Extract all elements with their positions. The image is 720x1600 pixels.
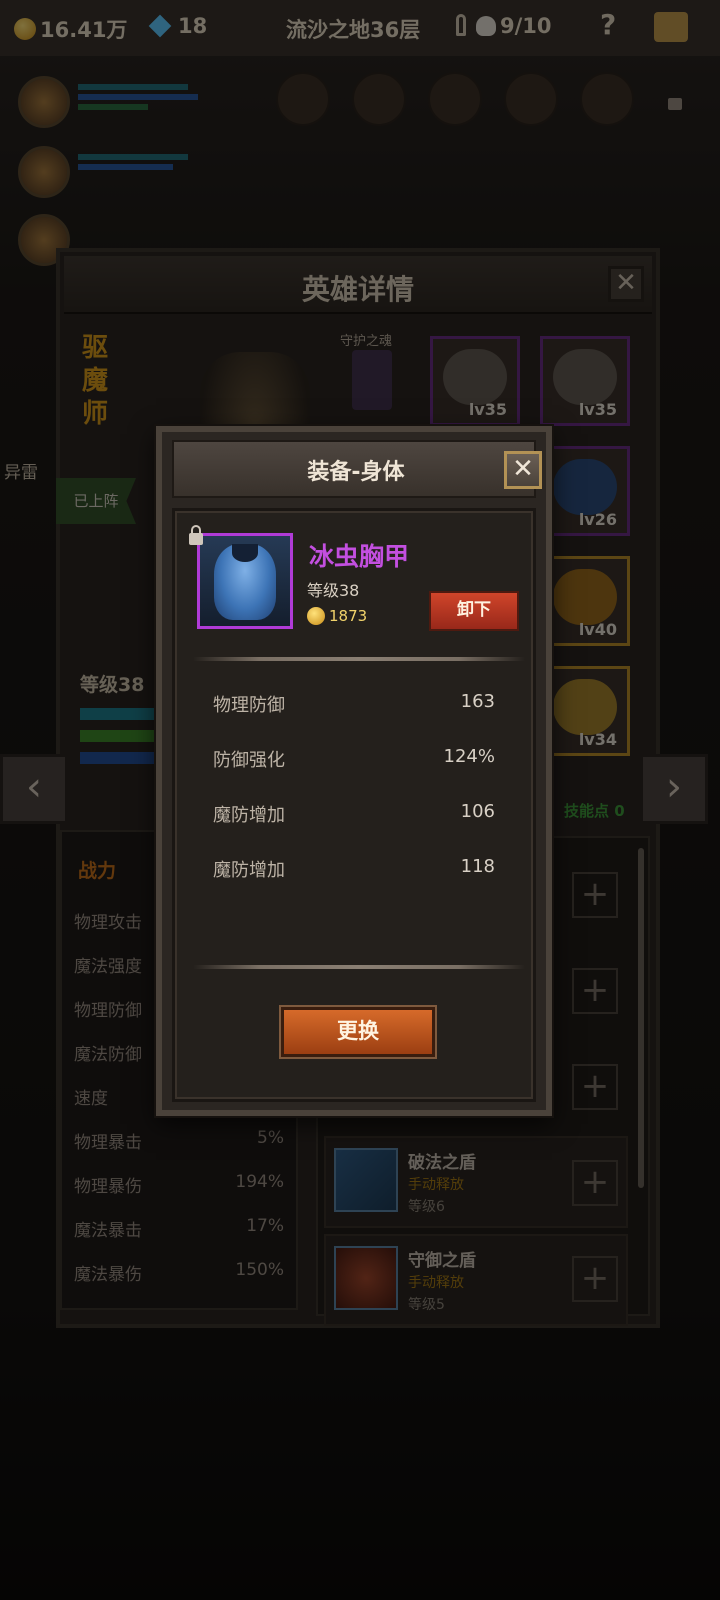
item-level: 等级38 bbox=[307, 581, 360, 600]
attribute-row: 防御强化 124% bbox=[213, 746, 495, 771]
item-name: 冰虫胸甲 bbox=[309, 542, 410, 571]
modal-close-button[interactable]: ✕ bbox=[504, 451, 542, 489]
chest-armor-icon[interactable] bbox=[197, 533, 293, 629]
modal-body: 冰虫胸甲 等级38 1873 卸下 物理防御 163 防御强化 124% 魔防增加 1… bbox=[172, 508, 536, 1102]
equipment-detail-modal: 装备-身体 ✕ 冰虫胸甲 等级38 1873 卸下 物理防御 163 防御强化 12… bbox=[156, 426, 552, 1116]
divider bbox=[193, 657, 525, 661]
modal-header: 装备-身体 ✕ bbox=[172, 440, 542, 498]
divider bbox=[193, 965, 525, 969]
lock-icon[interactable] bbox=[189, 525, 203, 545]
modal-title: 装备-身体 bbox=[307, 460, 405, 485]
attribute-row: 魔防增加 106 bbox=[213, 801, 495, 826]
swap-equipment-button[interactable]: 更换 bbox=[281, 1007, 435, 1057]
unequip-button[interactable]: 卸下 bbox=[429, 591, 519, 631]
attribute-row: 魔防增加 118 bbox=[213, 856, 495, 881]
attribute-row: 物理防御 163 bbox=[213, 691, 495, 716]
gold-coin-icon bbox=[307, 607, 325, 625]
item-price: 1873 bbox=[329, 607, 368, 625]
